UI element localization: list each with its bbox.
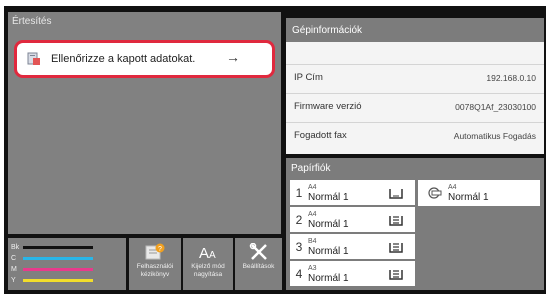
toner-bar-magenta [23,267,93,271]
tray-size: B4 [308,237,317,245]
paper-tray-panel: Papírfiók 1 A4 Normál 1 2 A4 Normál 1 3 … [286,158,544,290]
info-value: 0078Q1Af_23030100 [455,101,536,112]
notification-panel: Értesítés Ellenőrizze a kapott adatokat.… [8,12,281,234]
settings-label: Beállítások [242,263,275,270]
tray-text: B4 Normál 1 [308,237,389,257]
arrow-right-icon: → [226,49,240,65]
tray-text: A3 Normál 1 [308,264,389,284]
received-data-icon [27,52,40,65]
info-value: 192.168.0.10 [486,72,536,83]
tray-number: 2 [295,212,303,227]
tray-paper: Normál 1 [308,272,349,284]
tray-text: A4 Normál 1 [308,210,389,230]
info-row-ip: IP Cím 192.168.0.10 [286,64,544,90]
tray-full-icon [389,269,403,280]
tools-icon [249,243,267,260]
svg-text:A: A [209,250,216,261]
tray-full-icon [389,215,403,226]
toner-label: Y [11,276,16,284]
toner-bar-black [23,245,93,249]
tray-2[interactable]: 2 A4 Normál 1 [290,207,415,232]
tray-number: 3 [295,239,303,254]
bypass-paper: Normál 1 [448,192,489,203]
info-value: Automatikus Fogadás [453,130,536,141]
device-info-panel: Gépinformációk IP Cím 192.168.0.10 Firmw… [286,18,544,154]
info-label: Fogadott fax [294,130,347,141]
home-screen: Értesítés Ellenőrizze a kapott adatokat.… [4,6,546,294]
tray-paper: Normál 1 [308,218,349,230]
tray-empty-icon [389,188,403,199]
user-manual-label-1: Felhasználói [136,263,174,270]
device-info-title: Gépinformációk [286,18,544,42]
toner-row-bk: Bk [11,242,121,252]
info-row-firmware: Firmware verzió 0078Q1Af_23030100 [286,93,544,119]
notification-title: Értesítés [12,16,52,27]
svg-text:A: A [199,245,209,261]
user-manual-icon: ? [145,243,165,260]
bypass-tray[interactable]: A4 Normál 1 [418,180,540,206]
toner-row-c: C [11,253,121,263]
tray-4[interactable]: 4 A3 Normál 1 [290,261,415,286]
toner-level-panel[interactable]: Bk C M Y [8,238,126,290]
toner-label: C [11,254,17,262]
toner-bar-yellow [23,278,93,282]
bypass-text: A4 Normál 1 [448,183,489,203]
tray-paper: Normál 1 [308,191,349,203]
info-label: IP Cím [294,72,323,83]
toner-label: M [11,265,17,273]
user-manual-button[interactable]: ? Felhasználói kézikönyv [129,238,181,290]
toner-label: Bk [11,243,20,251]
info-label: Firmware verzió [294,101,362,112]
tray-text: A4 Normál 1 [308,183,389,203]
tray-full-icon [389,242,403,253]
svg-text:?: ? [158,246,162,253]
settings-button[interactable]: Beállítások [235,238,282,290]
tray-3[interactable]: 3 B4 Normál 1 [290,234,415,259]
notification-item[interactable]: Ellenőrizze a kapott adatokat. → [14,40,275,78]
notification-text: Ellenőrizze a kapott adatokat. [51,53,196,65]
display-zoom-label-1: Kijelző mód [191,263,225,270]
tray-number: 4 [295,266,303,281]
tray-size: A4 [308,210,317,218]
tray-paper: Normál 1 [308,245,349,257]
info-row-fax: Fogadott fax Automatikus Fogadás [286,122,544,148]
toner-bar-cyan [23,256,93,260]
toner-row-y: Y [11,275,121,285]
display-zoom-label-2: nagyítása [193,271,223,278]
user-manual-label-2: kézikönyv [140,271,170,278]
toner-row-m: M [11,264,121,274]
bypass-tray-icon [428,187,442,199]
tray-1[interactable]: 1 A4 Normál 1 [290,180,415,205]
paper-tray-title: Papírfiók [291,163,331,174]
tray-size: A3 [308,264,317,272]
tray-number: 1 [295,185,303,200]
text-zoom-icon: A A [199,245,216,261]
display-zoom-button[interactable]: A A Kijelző mód nagyítása [183,238,233,290]
tray-size: A4 [308,183,317,191]
